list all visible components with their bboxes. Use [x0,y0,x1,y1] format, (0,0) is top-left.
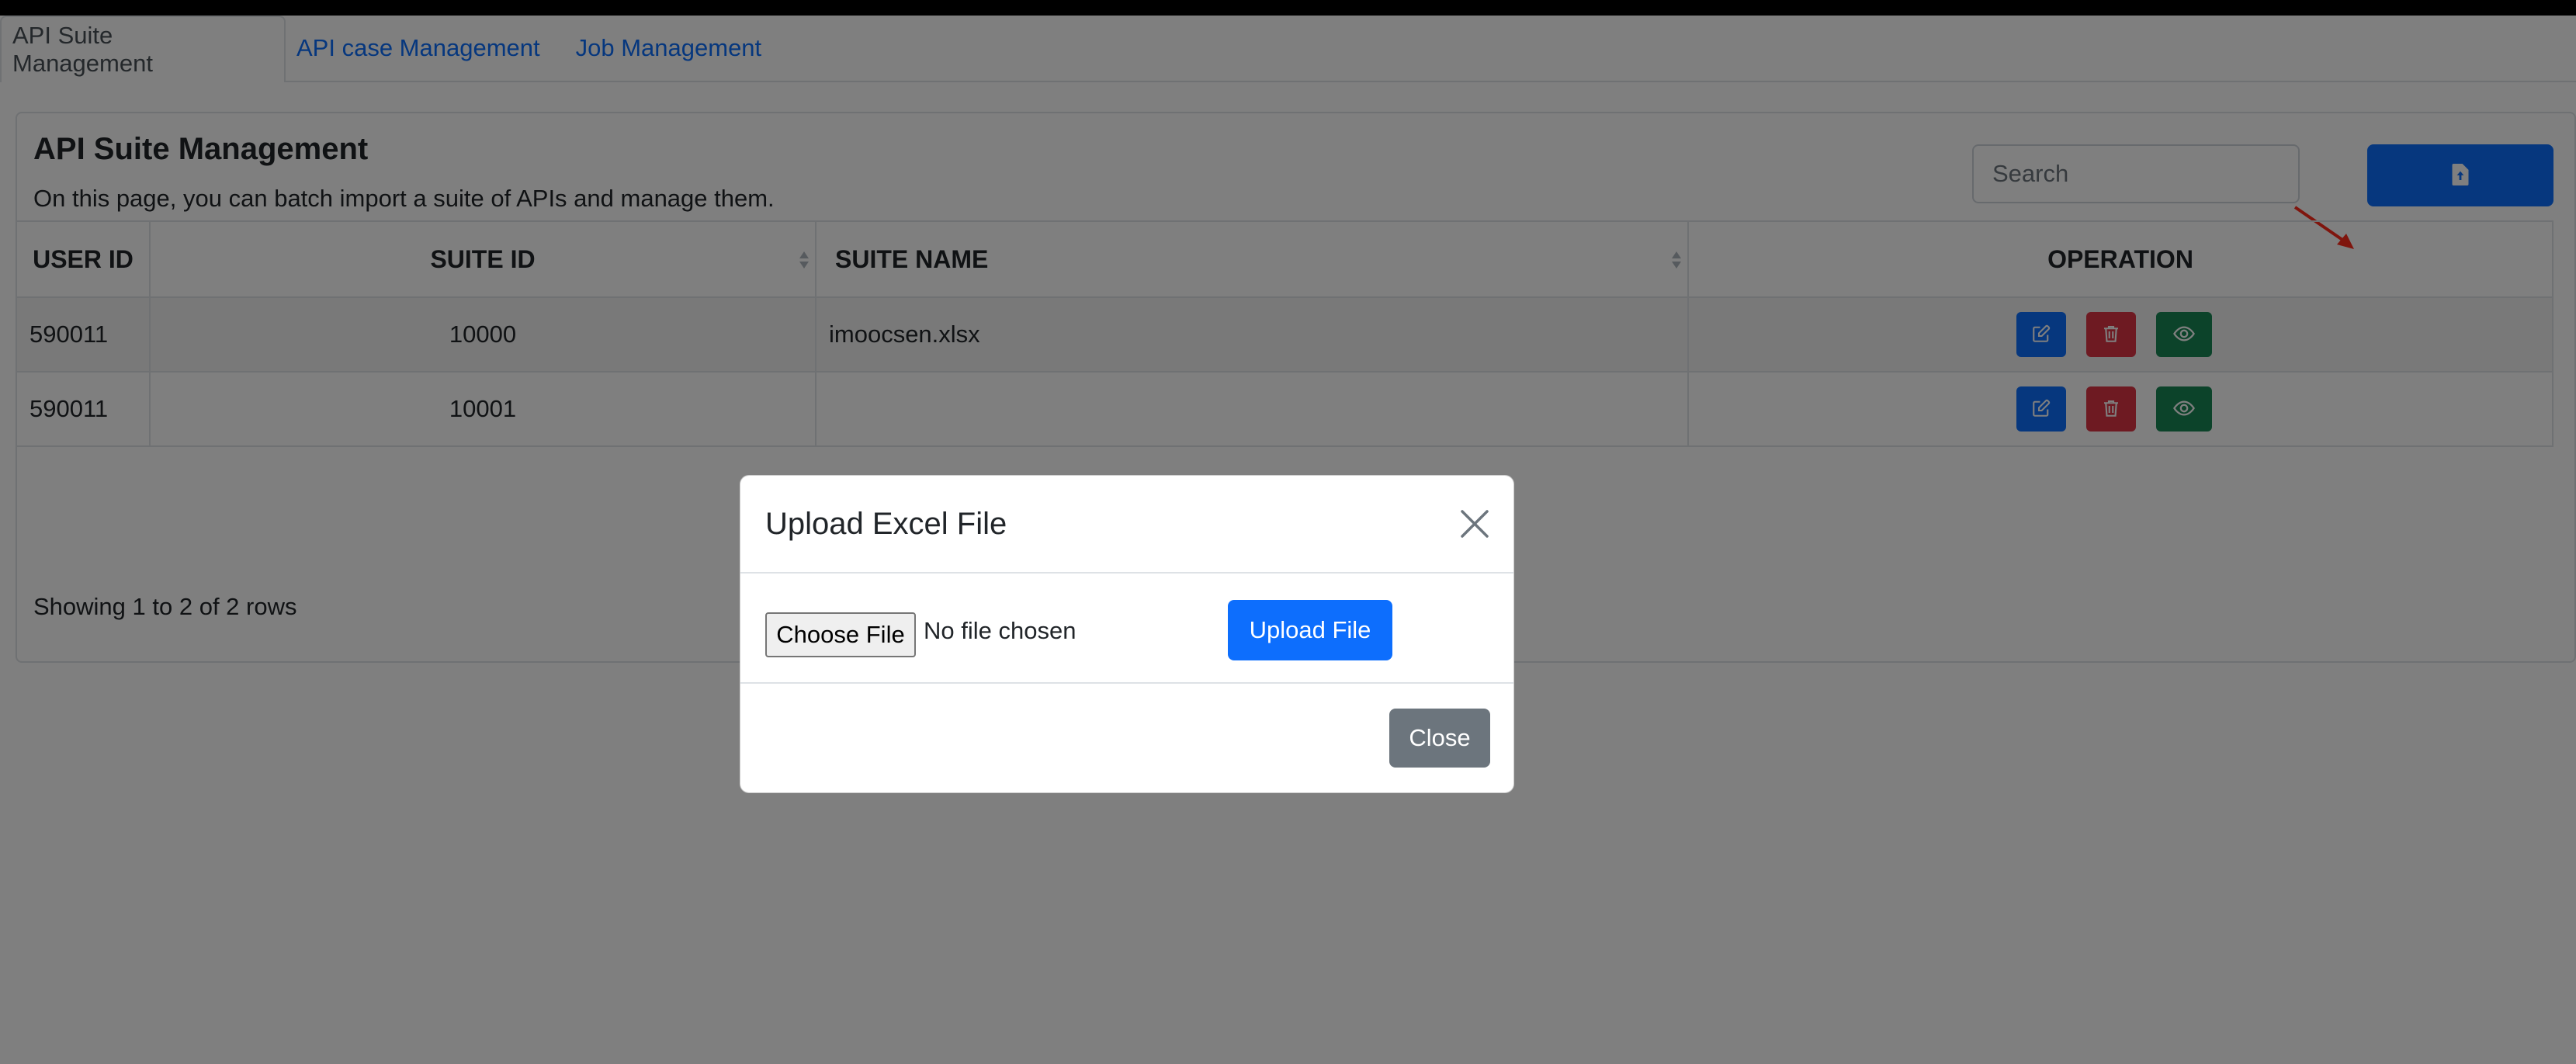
modal-body: Choose File No file chosen Upload File [740,574,1513,684]
close-icon [1458,510,1492,543]
upload-modal: Upload Excel File Choose File No file ch… [740,475,1514,793]
close-button[interactable]: Close [1389,709,1490,768]
window-top-bar [0,0,2576,16]
modal-close-button[interactable] [1458,507,1492,541]
file-status-text: No file chosen [924,617,1077,644]
modal-footer: Close [740,684,1513,794]
modal-header: Upload Excel File [740,476,1513,574]
choose-file-button[interactable]: Choose File [765,612,916,657]
upload-file-button[interactable]: Upload File [1228,600,1392,660]
modal-title: Upload Excel File [765,507,1007,541]
